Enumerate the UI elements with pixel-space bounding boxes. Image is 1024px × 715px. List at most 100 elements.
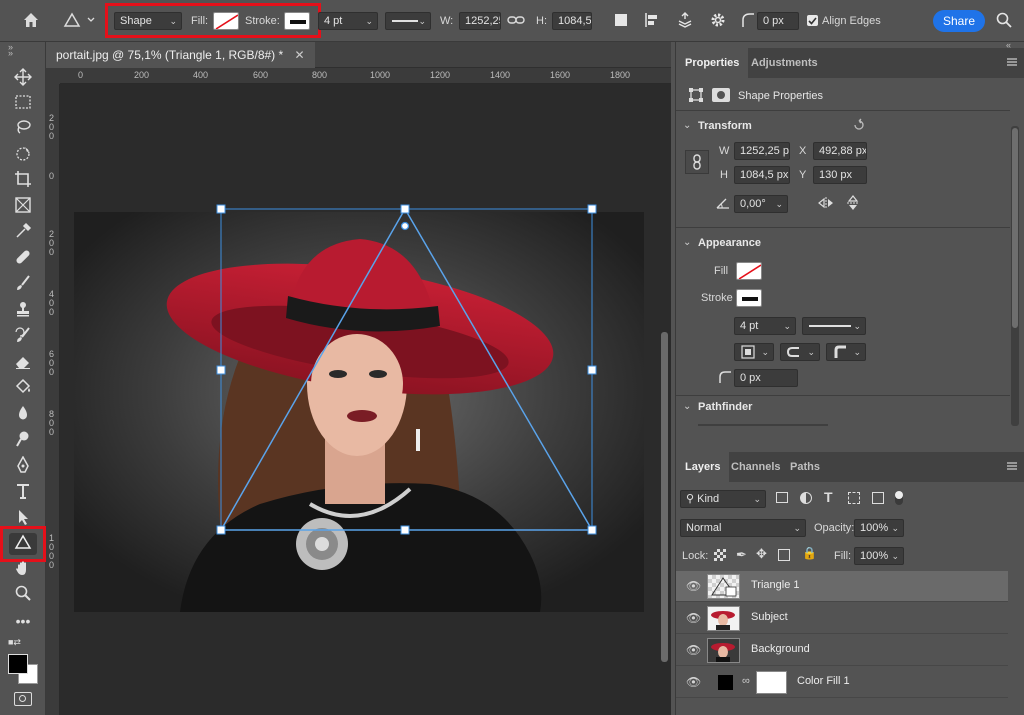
- pathfinder-buttons[interactable]: [698, 424, 828, 428]
- scrollbar-thumb[interactable]: [1012, 128, 1018, 328]
- visibility-eye-icon[interactable]: 👁: [686, 675, 701, 689]
- layer-filter-dropdown[interactable]: ⚲ Kind ⌄: [680, 490, 766, 508]
- paint-bucket-tool-icon[interactable]: [9, 378, 37, 400]
- quick-mask-icon[interactable]: [14, 692, 32, 706]
- prop-y-field[interactable]: 130 px: [813, 166, 867, 184]
- stroke-corners-dropdown[interactable]: ⌄: [826, 343, 866, 361]
- more-tools-icon[interactable]: •••: [9, 610, 37, 632]
- stroke-caps-dropdown[interactable]: ⌄: [780, 343, 820, 361]
- opacity-field[interactable]: 100% ⌄: [854, 519, 904, 537]
- handle-bottom-right[interactable]: [587, 525, 597, 535]
- pathfinder-section-title[interactable]: Pathfinder: [698, 401, 752, 413]
- appearance-stroke-type-dropdown[interactable]: ⌄: [802, 317, 866, 335]
- width-field[interactable]: 1252,25: [459, 12, 501, 30]
- lock-artboard-icon[interactable]: [778, 549, 790, 561]
- lock-transparent-icon[interactable]: [714, 549, 726, 561]
- tab-adjustments[interactable]: Adjustments: [742, 48, 827, 78]
- transform-section-title[interactable]: Transform: [698, 120, 752, 132]
- handle-top-left[interactable]: [216, 204, 226, 214]
- type-tool-icon[interactable]: [9, 482, 37, 504]
- home-icon[interactable]: [20, 11, 42, 31]
- clone-stamp-tool-icon[interactable]: [9, 300, 37, 322]
- lasso-tool-icon[interactable]: [9, 118, 37, 140]
- tab-properties[interactable]: Properties: [676, 48, 749, 78]
- lock-position-icon[interactable]: ✥: [756, 546, 767, 562]
- hand-tool-icon[interactable]: [9, 559, 37, 581]
- canvas[interactable]: [60, 84, 658, 715]
- filter-adjustment-icon[interactable]: [800, 492, 812, 504]
- appearance-stroke-width-field[interactable]: 4 pt ⌄: [734, 317, 796, 335]
- appearance-fill-swatch[interactable]: [736, 262, 762, 280]
- vertical-ruler[interactable]: 2 0 0 0 2 0 0 4 0 0 6 0 0 8 0 0 1 0 0 0: [46, 84, 60, 715]
- blend-mode-dropdown[interactable]: Normal ⌄: [680, 519, 806, 537]
- handle-middle-left[interactable]: [216, 365, 226, 375]
- handle-top-right[interactable]: [587, 204, 597, 214]
- healing-brush-tool-icon[interactable]: [9, 248, 37, 270]
- prop-height-field[interactable]: 1084,5 px: [734, 166, 790, 184]
- layer-row[interactable]: 👁 Background: [676, 635, 1008, 666]
- stroke-width-field[interactable]: 4 pt ⌄: [318, 12, 378, 30]
- filter-toggle[interactable]: [895, 491, 903, 505]
- link-wh-button[interactable]: [685, 150, 709, 174]
- fill-swatch[interactable]: [213, 12, 239, 30]
- crop-tool-icon[interactable]: [9, 170, 37, 192]
- path-alignment-icon[interactable]: [643, 12, 661, 30]
- layer-name[interactable]: Subject: [751, 611, 788, 623]
- height-field[interactable]: 1084,5: [552, 12, 592, 30]
- visibility-eye-icon[interactable]: 👁: [686, 611, 701, 625]
- dodge-tool-icon[interactable]: [9, 430, 37, 452]
- history-brush-tool-icon[interactable]: [9, 326, 37, 348]
- align-edges-checkbox[interactable]: [807, 15, 818, 26]
- stroke-type-dropdown[interactable]: ⌄: [385, 12, 431, 30]
- filter-type-icon[interactable]: T: [824, 489, 833, 505]
- flip-horizontal-icon[interactable]: [818, 196, 834, 213]
- swap-colors-icon[interactable]: ■⇄: [8, 637, 21, 648]
- search-icon[interactable]: [994, 11, 1014, 31]
- chevron-down-icon[interactable]: ⌄: [683, 120, 691, 131]
- triangle-tool-icon[interactable]: [9, 533, 37, 555]
- panel-menu-icon[interactable]: [1006, 460, 1018, 475]
- filter-smart-object-icon[interactable]: [872, 492, 884, 504]
- filter-shape-icon[interactable]: [848, 492, 860, 504]
- gear-icon[interactable]: [708, 11, 728, 31]
- close-tab-icon[interactable]: ✕: [295, 48, 305, 62]
- fill-opacity-field[interactable]: 100% ⌄: [854, 547, 904, 565]
- chevron-down-icon[interactable]: ⌄: [683, 401, 691, 412]
- collapse-panel-icon[interactable]: »: [8, 48, 13, 58]
- brush-tool-icon[interactable]: [9, 274, 37, 296]
- corner-radius-field[interactable]: 0 px: [757, 12, 799, 30]
- chevron-down-icon[interactable]: ⌄: [683, 237, 691, 248]
- reset-transform-icon[interactable]: [852, 118, 866, 135]
- visibility-eye-icon[interactable]: 👁: [686, 579, 701, 593]
- prop-x-field[interactable]: 492,88 px: [813, 142, 867, 160]
- handle-middle-right[interactable]: [587, 365, 597, 375]
- path-arrangement-icon[interactable]: [675, 11, 695, 31]
- appearance-section-title[interactable]: Appearance: [698, 237, 761, 249]
- share-button[interactable]: Share: [933, 10, 985, 32]
- eyedropper-tool-icon[interactable]: [9, 222, 37, 244]
- panel-menu-icon[interactable]: [1006, 56, 1018, 71]
- foreground-color-swatch[interactable]: [8, 654, 28, 674]
- properties-scrollbar[interactable]: [1011, 126, 1019, 426]
- tab-paths[interactable]: Paths: [781, 452, 829, 482]
- triangle-tool-preset-icon[interactable]: [62, 11, 96, 31]
- marquee-tool-icon[interactable]: [9, 93, 37, 115]
- eraser-tool-icon[interactable]: [9, 352, 37, 374]
- document-tab[interactable]: portait.jpg @ 75,1% (Triangle 1, RGB/8#)…: [46, 42, 315, 68]
- appearance-stroke-swatch[interactable]: [736, 289, 762, 307]
- prop-angle-field[interactable]: 0,00° ⌄: [734, 195, 788, 213]
- vertical-scrollbar[interactable]: [658, 84, 671, 715]
- object-selection-tool-icon[interactable]: [9, 144, 37, 166]
- shape-mode-dropdown[interactable]: Shape ⌄: [114, 12, 182, 30]
- handle-bottom-center[interactable]: [400, 525, 410, 535]
- tab-channels[interactable]: Channels: [722, 452, 790, 482]
- frame-tool-icon[interactable]: [9, 196, 37, 218]
- corner-radius-handle[interactable]: [400, 221, 410, 231]
- layer-row[interactable]: 👁 ∞ Color Fill 1: [676, 667, 1008, 698]
- scrollbar-thumb[interactable]: [661, 332, 668, 662]
- lock-all-icon[interactable]: 🔒: [802, 546, 817, 560]
- link-dimensions-icon[interactable]: [507, 13, 525, 29]
- path-operations-icon[interactable]: [612, 12, 630, 30]
- lock-pixels-icon[interactable]: ✒: [736, 547, 747, 563]
- zoom-tool-icon[interactable]: [9, 584, 37, 606]
